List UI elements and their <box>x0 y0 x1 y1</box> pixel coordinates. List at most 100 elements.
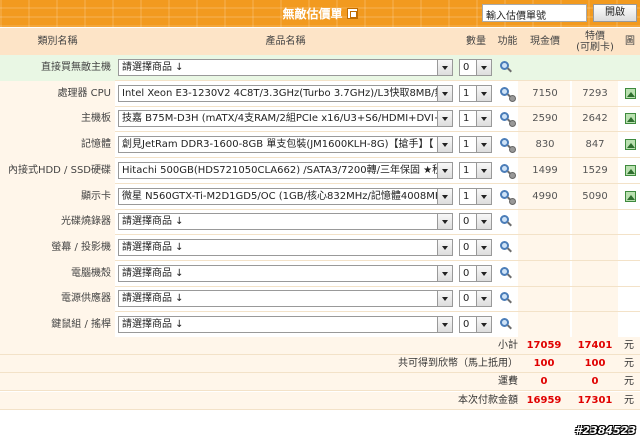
search-icon[interactable] <box>499 317 513 331</box>
chevron-down-icon[interactable] <box>437 291 452 307</box>
product-select[interactable]: 技嘉 B75M-D3H (mATX/4支RAM/2組PCIe x16/U3+S6… <box>118 110 453 128</box>
header-func: 功能 <box>497 36 518 47</box>
cash-price: 4990 <box>532 190 558 202</box>
table-row: 直接買無敵主機 請選擇商品 ↓ 0 <box>0 55 640 81</box>
chevron-down-icon[interactable] <box>476 265 491 281</box>
chevron-down-icon[interactable] <box>476 85 491 101</box>
summary-row: 小計 17059 17401 元 <box>0 337 640 355</box>
chevron-down-icon[interactable] <box>437 111 452 127</box>
product-select[interactable]: 請選擇商品 ↓ <box>118 213 453 231</box>
image-icon[interactable] <box>625 190 636 202</box>
special-price <box>570 286 620 312</box>
chevron-down-icon[interactable] <box>476 214 491 230</box>
quantity-select[interactable]: 1 <box>459 110 492 128</box>
special-price <box>570 312 620 338</box>
open-button[interactable]: 開啟 <box>593 4 637 22</box>
image-icon[interactable] <box>625 87 636 99</box>
search-icon[interactable] <box>499 240 513 254</box>
summary-special: 17301 <box>577 394 613 406</box>
search-icon[interactable] <box>499 60 513 74</box>
quantity-select[interactable]: 0 <box>459 238 492 256</box>
product-select[interactable]: Hitachi 500GB(HDS721050CLA662) /SATA3/72… <box>118 161 453 179</box>
search-icon[interactable] <box>499 266 513 280</box>
quantity-value: 0 <box>463 62 470 73</box>
summary-cash: 0 <box>540 376 548 388</box>
search-icon[interactable] <box>499 214 513 228</box>
product-detail-icon[interactable] <box>499 111 516 128</box>
header-qty: 數量 <box>466 36 486 47</box>
page-title: 無敵估價單 <box>282 7 343 21</box>
product-select[interactable]: Intel Xeon E3-1230V2 4C8T/3.3GHz(Turbo 3… <box>118 84 453 102</box>
summary-unit: 元 <box>624 376 634 388</box>
product-select[interactable]: 創見JetRam DDR3-1600-8GB 單支包裝(JM1600KLH-8G… <box>118 136 453 154</box>
summary-unit: 元 <box>624 394 634 406</box>
product-select[interactable]: 請選擇商品 ↓ <box>118 59 453 76</box>
summary-cash: 17059 <box>526 340 562 351</box>
table-row: 鍵鼠組 / 搖桿 請選擇商品 ↓ 0 <box>0 312 640 338</box>
chevron-down-icon[interactable] <box>476 317 491 332</box>
quantity-select[interactable]: 1 <box>459 161 492 179</box>
quantity-select[interactable]: 0 <box>459 59 492 76</box>
summary-special: 0 <box>591 376 599 388</box>
special-price: 7293 <box>582 87 608 99</box>
chevron-down-icon[interactable] <box>437 317 452 332</box>
watermark: #2384523 <box>574 424 636 437</box>
chevron-down-icon[interactable] <box>437 188 452 204</box>
cash-price <box>520 312 570 338</box>
search-icon[interactable] <box>499 291 513 305</box>
quote-number-input[interactable]: 輸入估價單號 <box>482 4 587 22</box>
chevron-down-icon[interactable] <box>437 239 452 255</box>
product-select[interactable]: 請選擇商品 ↓ <box>118 264 453 282</box>
header-special: 特價 (可刷卡) <box>576 30 614 53</box>
product-detail-icon[interactable] <box>499 86 516 102</box>
quantity-select[interactable]: 0 <box>459 213 492 231</box>
chevron-down-icon[interactable] <box>476 60 491 75</box>
table-row: 處理器 CPU Intel Xeon E3-1230V2 4C8T/3.3GHz(… <box>0 80 640 107</box>
product-detail-icon[interactable] <box>499 137 516 154</box>
quantity-select[interactable]: 0 <box>459 290 492 308</box>
chevron-down-icon[interactable] <box>437 85 452 101</box>
quantity-value: 1 <box>463 164 470 176</box>
quantity-select[interactable]: 1 <box>459 136 492 154</box>
quantity-select[interactable]: 0 <box>459 264 492 282</box>
chevron-down-icon[interactable] <box>476 239 491 255</box>
category-label: 電腦機殼 <box>0 260 115 287</box>
chevron-down-icon[interactable] <box>437 214 452 230</box>
image-icon[interactable] <box>625 164 636 176</box>
product-select[interactable]: 請選擇商品 ↓ <box>118 238 453 256</box>
summary-row: 本次付款金額 16959 17301 元 <box>0 391 640 410</box>
product-detail-icon[interactable] <box>499 189 516 205</box>
chevron-down-icon[interactable] <box>476 162 491 178</box>
special-price <box>570 235 620 261</box>
product-select-value: 請選擇商品 ↓ <box>122 241 184 253</box>
quantity-value: 0 <box>463 319 470 330</box>
product-select-value: 微星 N560GTX-Ti-M2D1GD5/OC (1GB/核心832MHz/記… <box>122 190 443 202</box>
chevron-down-icon[interactable] <box>476 111 491 127</box>
chevron-down-icon[interactable] <box>476 137 491 153</box>
chevron-down-icon[interactable] <box>437 60 452 75</box>
product-select[interactable]: 微星 N560GTX-Ti-M2D1GD5/OC (1GB/核心832MHz/記… <box>118 187 453 205</box>
product-select-value: 創見JetRam DDR3-1600-8GB 單支包裝(JM1600KLH-8G… <box>122 139 434 151</box>
summary-unit: 元 <box>624 358 634 370</box>
table-row: 螢幕 / 投影機 請選擇商品 ↓ 0 <box>0 234 640 261</box>
quantity-select[interactable]: 1 <box>459 187 492 205</box>
product-detail-icon[interactable] <box>499 163 516 179</box>
quantity-select[interactable]: 0 <box>459 316 492 333</box>
chevron-down-icon[interactable] <box>476 291 491 307</box>
product-select[interactable]: 請選擇商品 ↓ <box>118 316 453 333</box>
product-select-value: 請選擇商品 ↓ <box>122 216 184 228</box>
quantity-value: 1 <box>463 139 470 151</box>
chevron-down-icon[interactable] <box>437 162 452 178</box>
chevron-down-icon[interactable] <box>437 265 452 281</box>
cash-price: 830 <box>535 139 555 151</box>
summary-row: 運費 0 0 元 <box>0 373 640 392</box>
quantity-select[interactable]: 1 <box>459 84 492 102</box>
special-price <box>570 55 620 81</box>
chevron-down-icon[interactable] <box>476 188 491 204</box>
product-select[interactable]: 請選擇商品 ↓ <box>118 290 453 308</box>
image-icon[interactable] <box>625 139 636 151</box>
category-label: 直接買無敵主機 <box>0 55 115 81</box>
image-icon[interactable] <box>625 113 636 125</box>
chevron-down-icon[interactable] <box>437 137 452 153</box>
window-icon[interactable] <box>346 8 358 19</box>
